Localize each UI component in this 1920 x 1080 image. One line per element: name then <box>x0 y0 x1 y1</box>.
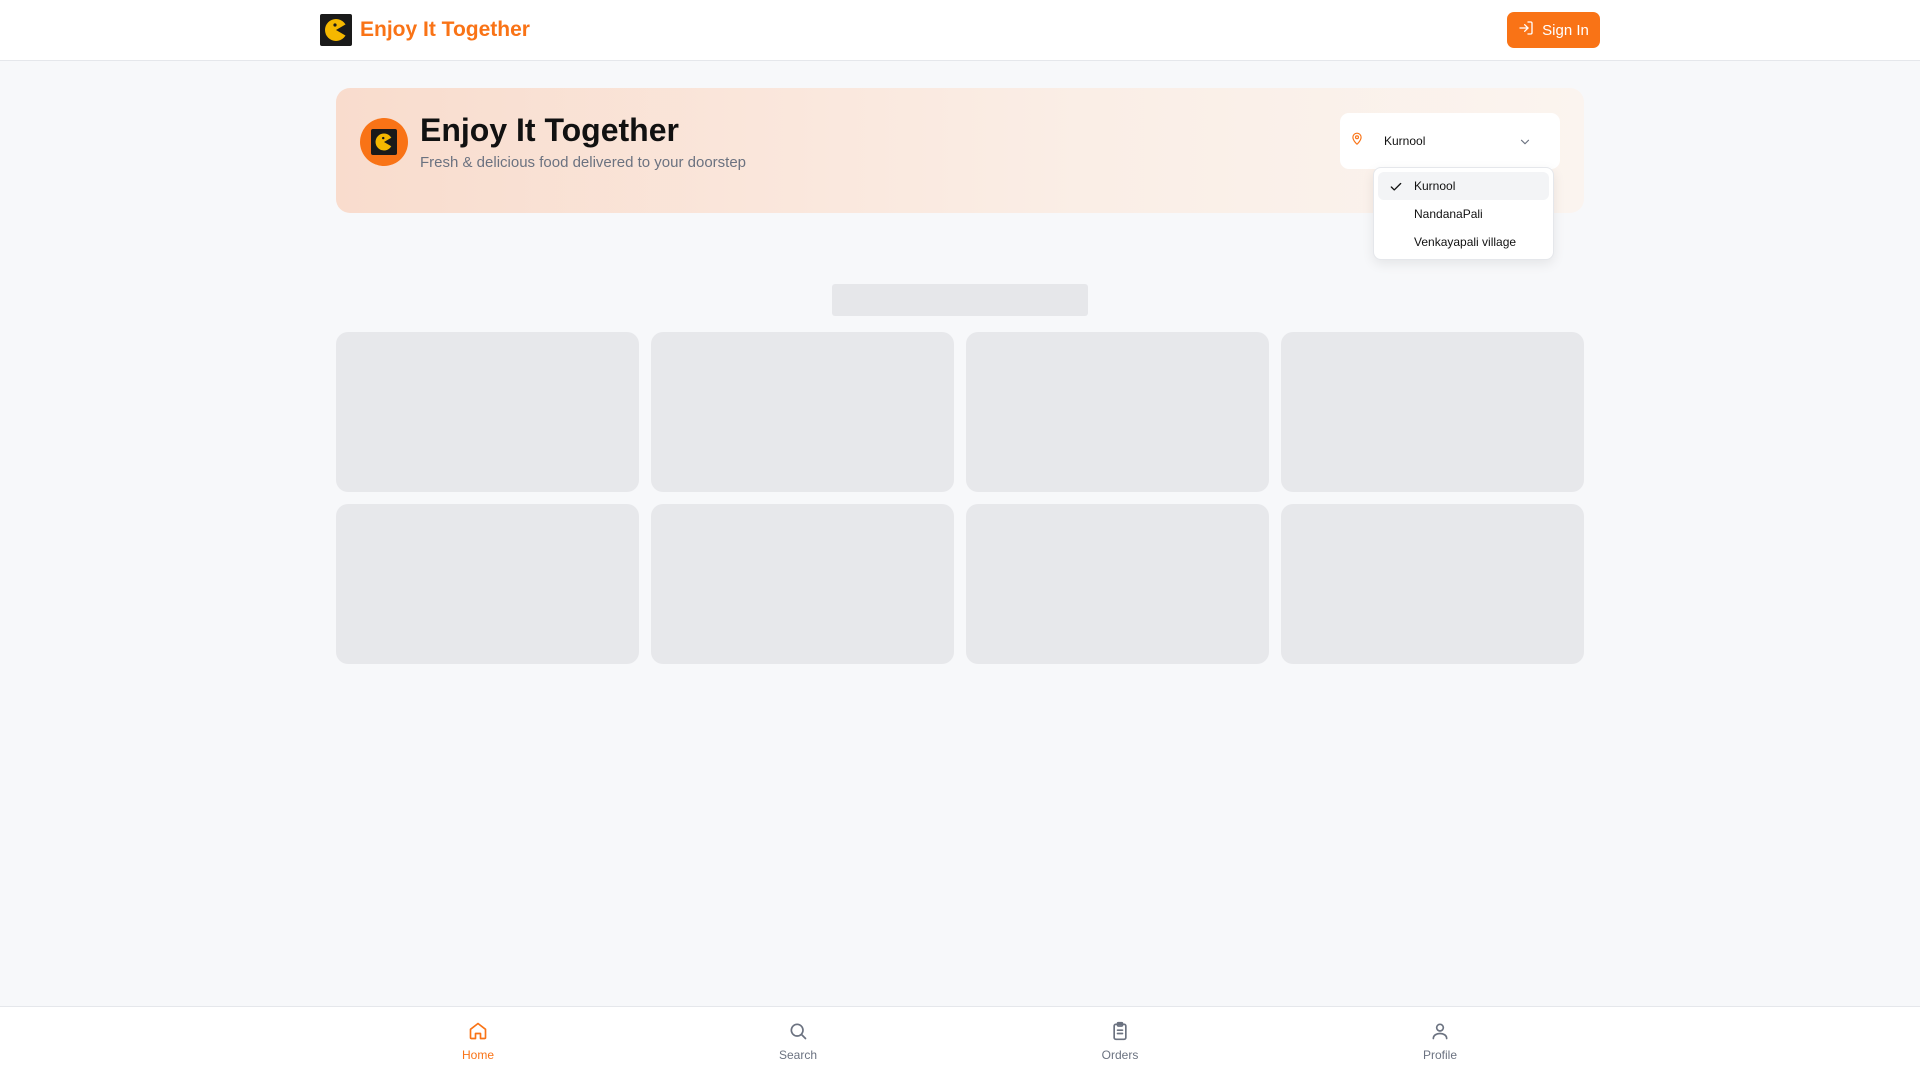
pacman-logo-icon <box>320 14 352 46</box>
user-icon <box>1430 1021 1450 1044</box>
location-select-value: Kurnool <box>1384 134 1426 148</box>
location-option-kurnool[interactable]: Kurnool <box>1378 172 1549 200</box>
nav-search[interactable]: Search <box>753 1021 843 1062</box>
card-skeleton <box>651 504 954 664</box>
sign-in-label: Sign In <box>1542 21 1589 39</box>
sign-in-button[interactable]: Sign In <box>1507 12 1600 48</box>
location-option-label: Venkayapali village <box>1414 235 1517 249</box>
restaurant-grid-skeleton <box>336 332 1584 664</box>
location-option-label: NandanaPali <box>1414 207 1483 221</box>
nav-profile[interactable]: Profile <box>1395 1021 1485 1062</box>
card-skeleton <box>651 332 954 492</box>
search-icon <box>788 1021 808 1044</box>
section-title-skeleton <box>832 284 1088 316</box>
hero-title: Enjoy It Together <box>420 112 679 148</box>
brand-name: Enjoy It Together <box>360 18 530 41</box>
nav-orders[interactable]: Orders <box>1075 1021 1165 1062</box>
nav-home[interactable]: Home <box>433 1021 523 1062</box>
card-skeleton <box>336 504 639 664</box>
hero-subtitle: Fresh & delicious food delivered to your… <box>420 154 747 171</box>
nav-search-label: Search <box>778 1048 818 1062</box>
location-option-venkayapali-village[interactable]: Venkayapali village <box>1378 228 1549 256</box>
card-skeleton <box>1281 332 1584 492</box>
card-skeleton <box>966 504 1269 664</box>
check-icon <box>1389 180 1403 197</box>
location-select[interactable]: Kurnool <box>1340 113 1560 169</box>
home-icon <box>468 1021 488 1044</box>
clipboard-icon <box>1110 1021 1130 1044</box>
card-skeleton <box>336 332 639 492</box>
pacman-logo-icon <box>371 129 397 155</box>
nav-orders-label: Orders <box>1101 1048 1139 1062</box>
hero-logo <box>360 118 408 166</box>
brand[interactable]: Enjoy It Together <box>320 14 530 46</box>
bottom-nav: Home Search Orders Profile <box>0 1006 1920 1080</box>
nav-home-label: Home <box>461 1048 494 1062</box>
location-dropdown: Kurnool NandanaPali Venkayapali village <box>1373 167 1554 260</box>
location-option-label: Kurnool <box>1414 179 1456 193</box>
location-option-nandanapali[interactable]: NandanaPali <box>1378 200 1549 228</box>
card-skeleton <box>966 332 1269 492</box>
map-pin-icon <box>1350 132 1364 151</box>
nav-profile-label: Profile <box>1422 1048 1457 1062</box>
sign-in-icon <box>1518 20 1534 40</box>
top-navbar: Enjoy It Together Sign In <box>0 0 1920 61</box>
chevron-down-icon <box>1518 135 1532 154</box>
card-skeleton <box>1281 504 1584 664</box>
